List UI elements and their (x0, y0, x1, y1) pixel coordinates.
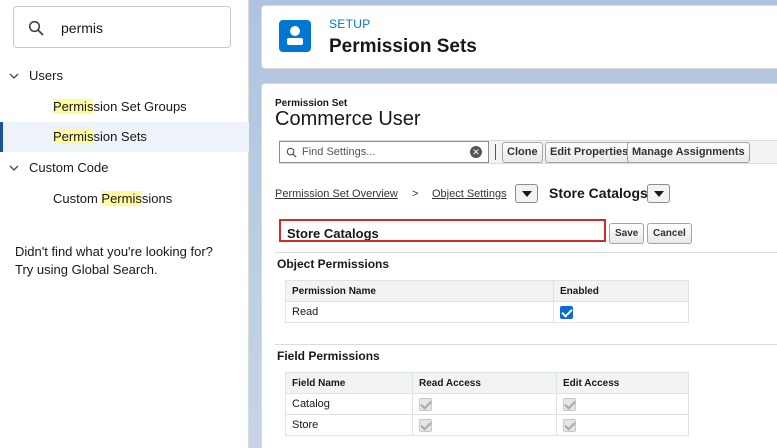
quick-find-value: permis (61, 20, 104, 36)
field-name: Catalog (285, 393, 413, 415)
read-enabled-checkbox[interactable] (560, 305, 573, 319)
cancel-button[interactable]: Cancel (647, 223, 692, 244)
chevron-down-icon[interactable] (9, 71, 19, 81)
toolbar: Find Settings... ✕ Clone Edit Properties… (279, 140, 777, 164)
permission-name: Read (285, 301, 554, 323)
tree-node-users[interactable]: Users (0, 61, 249, 91)
edit-access-checkbox (563, 397, 576, 411)
clear-icon[interactable]: ✕ (470, 146, 482, 158)
read-access-cell (412, 393, 557, 415)
setup-sidebar: permis Users Permission Set Groups Permi… (0, 0, 249, 448)
save-button[interactable]: Save (609, 223, 645, 244)
record-name: Commerce User (275, 108, 421, 130)
breadcrumb-object-settings-link[interactable]: Object Settings (432, 188, 507, 200)
table-header-row: Permission Name Enabled (285, 280, 689, 302)
search-icon (28, 20, 44, 36)
table-row: Catalog (285, 393, 689, 415)
column-header: Field Name (285, 372, 413, 394)
find-settings-input[interactable]: Find Settings... ✕ (279, 141, 489, 163)
column-header: Read Access (412, 372, 557, 394)
header-eyebrow: SETUP (329, 17, 371, 31)
help-line: Try using Global Search. (15, 262, 158, 277)
main-area: SETUP Permission Sets Permission Set Com… (249, 0, 777, 448)
enabled-cell (553, 301, 689, 323)
read-access-cell (412, 414, 557, 436)
tree-label: Custom Permissions (53, 191, 173, 206)
manage-assignments-button[interactable]: Manage Assignments (627, 142, 750, 163)
edit-access-cell (556, 414, 689, 436)
content-panel: Permission Set Commerce User Find Settin… (261, 83, 777, 448)
search-icon (286, 147, 297, 158)
search-help-text: Didn't find what you're looking for? Try… (15, 243, 213, 279)
find-settings-placeholder: Find Settings... (302, 146, 376, 158)
toolbar-divider (495, 144, 496, 160)
read-access-checkbox (419, 397, 432, 411)
tree-item-permission-set-groups[interactable]: Permission Set Groups (0, 92, 249, 122)
tree-label: Permission Sets (53, 129, 147, 144)
read-access-checkbox (419, 418, 432, 432)
page-title: Permission Sets (329, 36, 477, 57)
breadcrumb: Permission Set Overview > Object Setting… (275, 184, 775, 206)
field-permissions-table: Field Name Read Access Edit Access Catal… (285, 372, 689, 436)
tree-node-custom-code[interactable]: Custom Code (0, 153, 249, 183)
object-dropdown[interactable] (647, 184, 670, 203)
tree-item-permission-sets[interactable]: Permission Sets (0, 122, 249, 152)
field-permissions-heading: Field Permissions (275, 344, 777, 367)
table-row: Store (285, 414, 689, 436)
column-header: Edit Access (556, 372, 689, 394)
table-header-row: Field Name Read Access Edit Access (285, 372, 689, 394)
clone-button[interactable]: Clone (502, 142, 543, 163)
quick-find-input[interactable]: permis (13, 6, 231, 48)
edit-access-cell (556, 393, 689, 415)
chevron-down-icon[interactable] (9, 163, 19, 173)
tree-label: Users (29, 68, 63, 83)
column-header: Permission Name (285, 280, 554, 302)
edit-properties-button[interactable]: Edit Properties (545, 142, 634, 163)
column-header: Enabled (553, 280, 689, 302)
object-permissions-heading: Object Permissions (275, 252, 777, 275)
table-row: Read (285, 301, 689, 323)
user-icon (279, 20, 311, 52)
object-settings-dropdown[interactable] (515, 184, 538, 203)
section-title: Store Catalogs (287, 226, 379, 241)
field-name: Store (285, 414, 413, 436)
tree-item-custom-permissions[interactable]: Custom Permissions (0, 184, 249, 214)
tree-label: Custom Code (29, 160, 109, 175)
help-line: Didn't find what you're looking for? (15, 244, 213, 259)
edit-access-checkbox (563, 418, 576, 432)
breadcrumb-overview-link[interactable]: Permission Set Overview (275, 188, 398, 200)
page-header: SETUP Permission Sets (261, 5, 777, 69)
breadcrumb-current: Store Catalogs (549, 185, 648, 201)
tree-label: Permission Set Groups (53, 99, 187, 114)
object-permissions-table: Permission Name Enabled Read (285, 280, 689, 323)
breadcrumb-separator: > (412, 188, 419, 200)
